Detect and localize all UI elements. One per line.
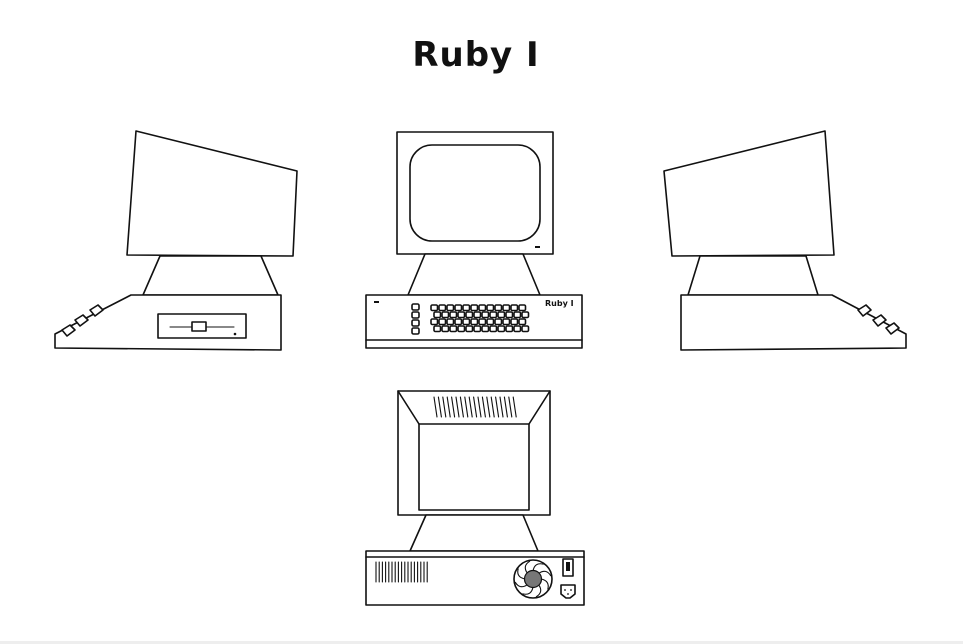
keyboard-key — [446, 304, 455, 312]
left-side-view — [54, 130, 298, 351]
keyboard-key — [465, 325, 474, 333]
keyboard-key — [457, 325, 466, 333]
floppy-latch — [191, 321, 207, 332]
keyboard-key — [513, 311, 522, 319]
rear-stand — [409, 514, 539, 552]
fan-icon — [513, 559, 553, 599]
keyboard-key — [441, 325, 450, 333]
front-view: Ruby I — [365, 131, 583, 349]
keyboard-key — [497, 325, 506, 333]
keyboard-key — [505, 325, 514, 333]
keyboard-key — [510, 318, 519, 326]
keypad-left-key — [411, 319, 420, 327]
monitor-led — [535, 246, 540, 248]
keyboard-key — [473, 325, 482, 333]
keyboard-key — [433, 325, 442, 333]
right-stand — [687, 255, 819, 296]
keyboard-key — [462, 304, 471, 312]
keyboard-key — [473, 311, 482, 319]
front-monitor-screen — [409, 144, 541, 242]
keyboard-key — [489, 325, 498, 333]
keyboard-key — [433, 311, 442, 319]
keyboard-key — [510, 304, 519, 312]
floppy-led — [233, 332, 237, 336]
keyboard-key — [465, 311, 474, 319]
front-stand — [407, 253, 541, 296]
keyboard-key — [430, 304, 439, 312]
keypad-left-key — [411, 311, 420, 319]
keyboard-key — [521, 311, 530, 319]
front-base-led — [374, 301, 379, 303]
power-socket-icon — [560, 584, 576, 599]
keyboard-key — [462, 318, 471, 326]
keyboard-key — [502, 318, 511, 326]
keyboard-key — [518, 304, 527, 312]
keyboard-key — [481, 311, 490, 319]
keyboard-key — [513, 325, 522, 333]
right-base-side — [680, 294, 907, 351]
rear-view — [365, 390, 585, 606]
keyboard-key — [486, 304, 495, 312]
diagram-canvas: Ruby I Ruby I — [54, 35, 907, 606]
keyboard-key — [454, 304, 463, 312]
keypad-left-key — [411, 327, 420, 335]
keyboard-key — [438, 304, 447, 312]
keyboard-key — [478, 304, 487, 312]
diagram-title: Ruby I — [412, 35, 539, 75]
right-monitor-side — [663, 130, 835, 257]
keyboard-key — [481, 325, 490, 333]
keyboard-key — [521, 325, 530, 333]
keypad-left-key — [411, 303, 420, 311]
keyboard-key — [478, 318, 487, 326]
left-monitor-side — [126, 130, 298, 257]
power-switch-icon — [562, 558, 574, 577]
keyboard-key — [470, 304, 479, 312]
right-side-view — [663, 130, 907, 351]
keyboard-key — [494, 318, 503, 326]
keyboard-key — [486, 318, 495, 326]
keyboard-key — [441, 311, 450, 319]
rear-monitor-inner — [418, 423, 530, 511]
keyboard-key — [470, 318, 479, 326]
keyboard-key — [449, 311, 458, 319]
keyboard-key — [449, 325, 458, 333]
left-stand — [142, 255, 279, 296]
keyboard-key — [438, 318, 447, 326]
keyboard-key — [446, 318, 455, 326]
keyboard-key — [489, 311, 498, 319]
keyboard-key — [457, 311, 466, 319]
keyboard-key — [518, 318, 527, 326]
keyboard-key — [505, 311, 514, 319]
keyboard-brand: Ruby I — [545, 299, 574, 308]
keyboard-key — [494, 304, 503, 312]
keyboard-key — [430, 318, 439, 326]
keyboard-key — [497, 311, 506, 319]
keyboard-grid — [430, 304, 530, 333]
keyboard-key — [502, 304, 511, 312]
keyboard-key — [454, 318, 463, 326]
